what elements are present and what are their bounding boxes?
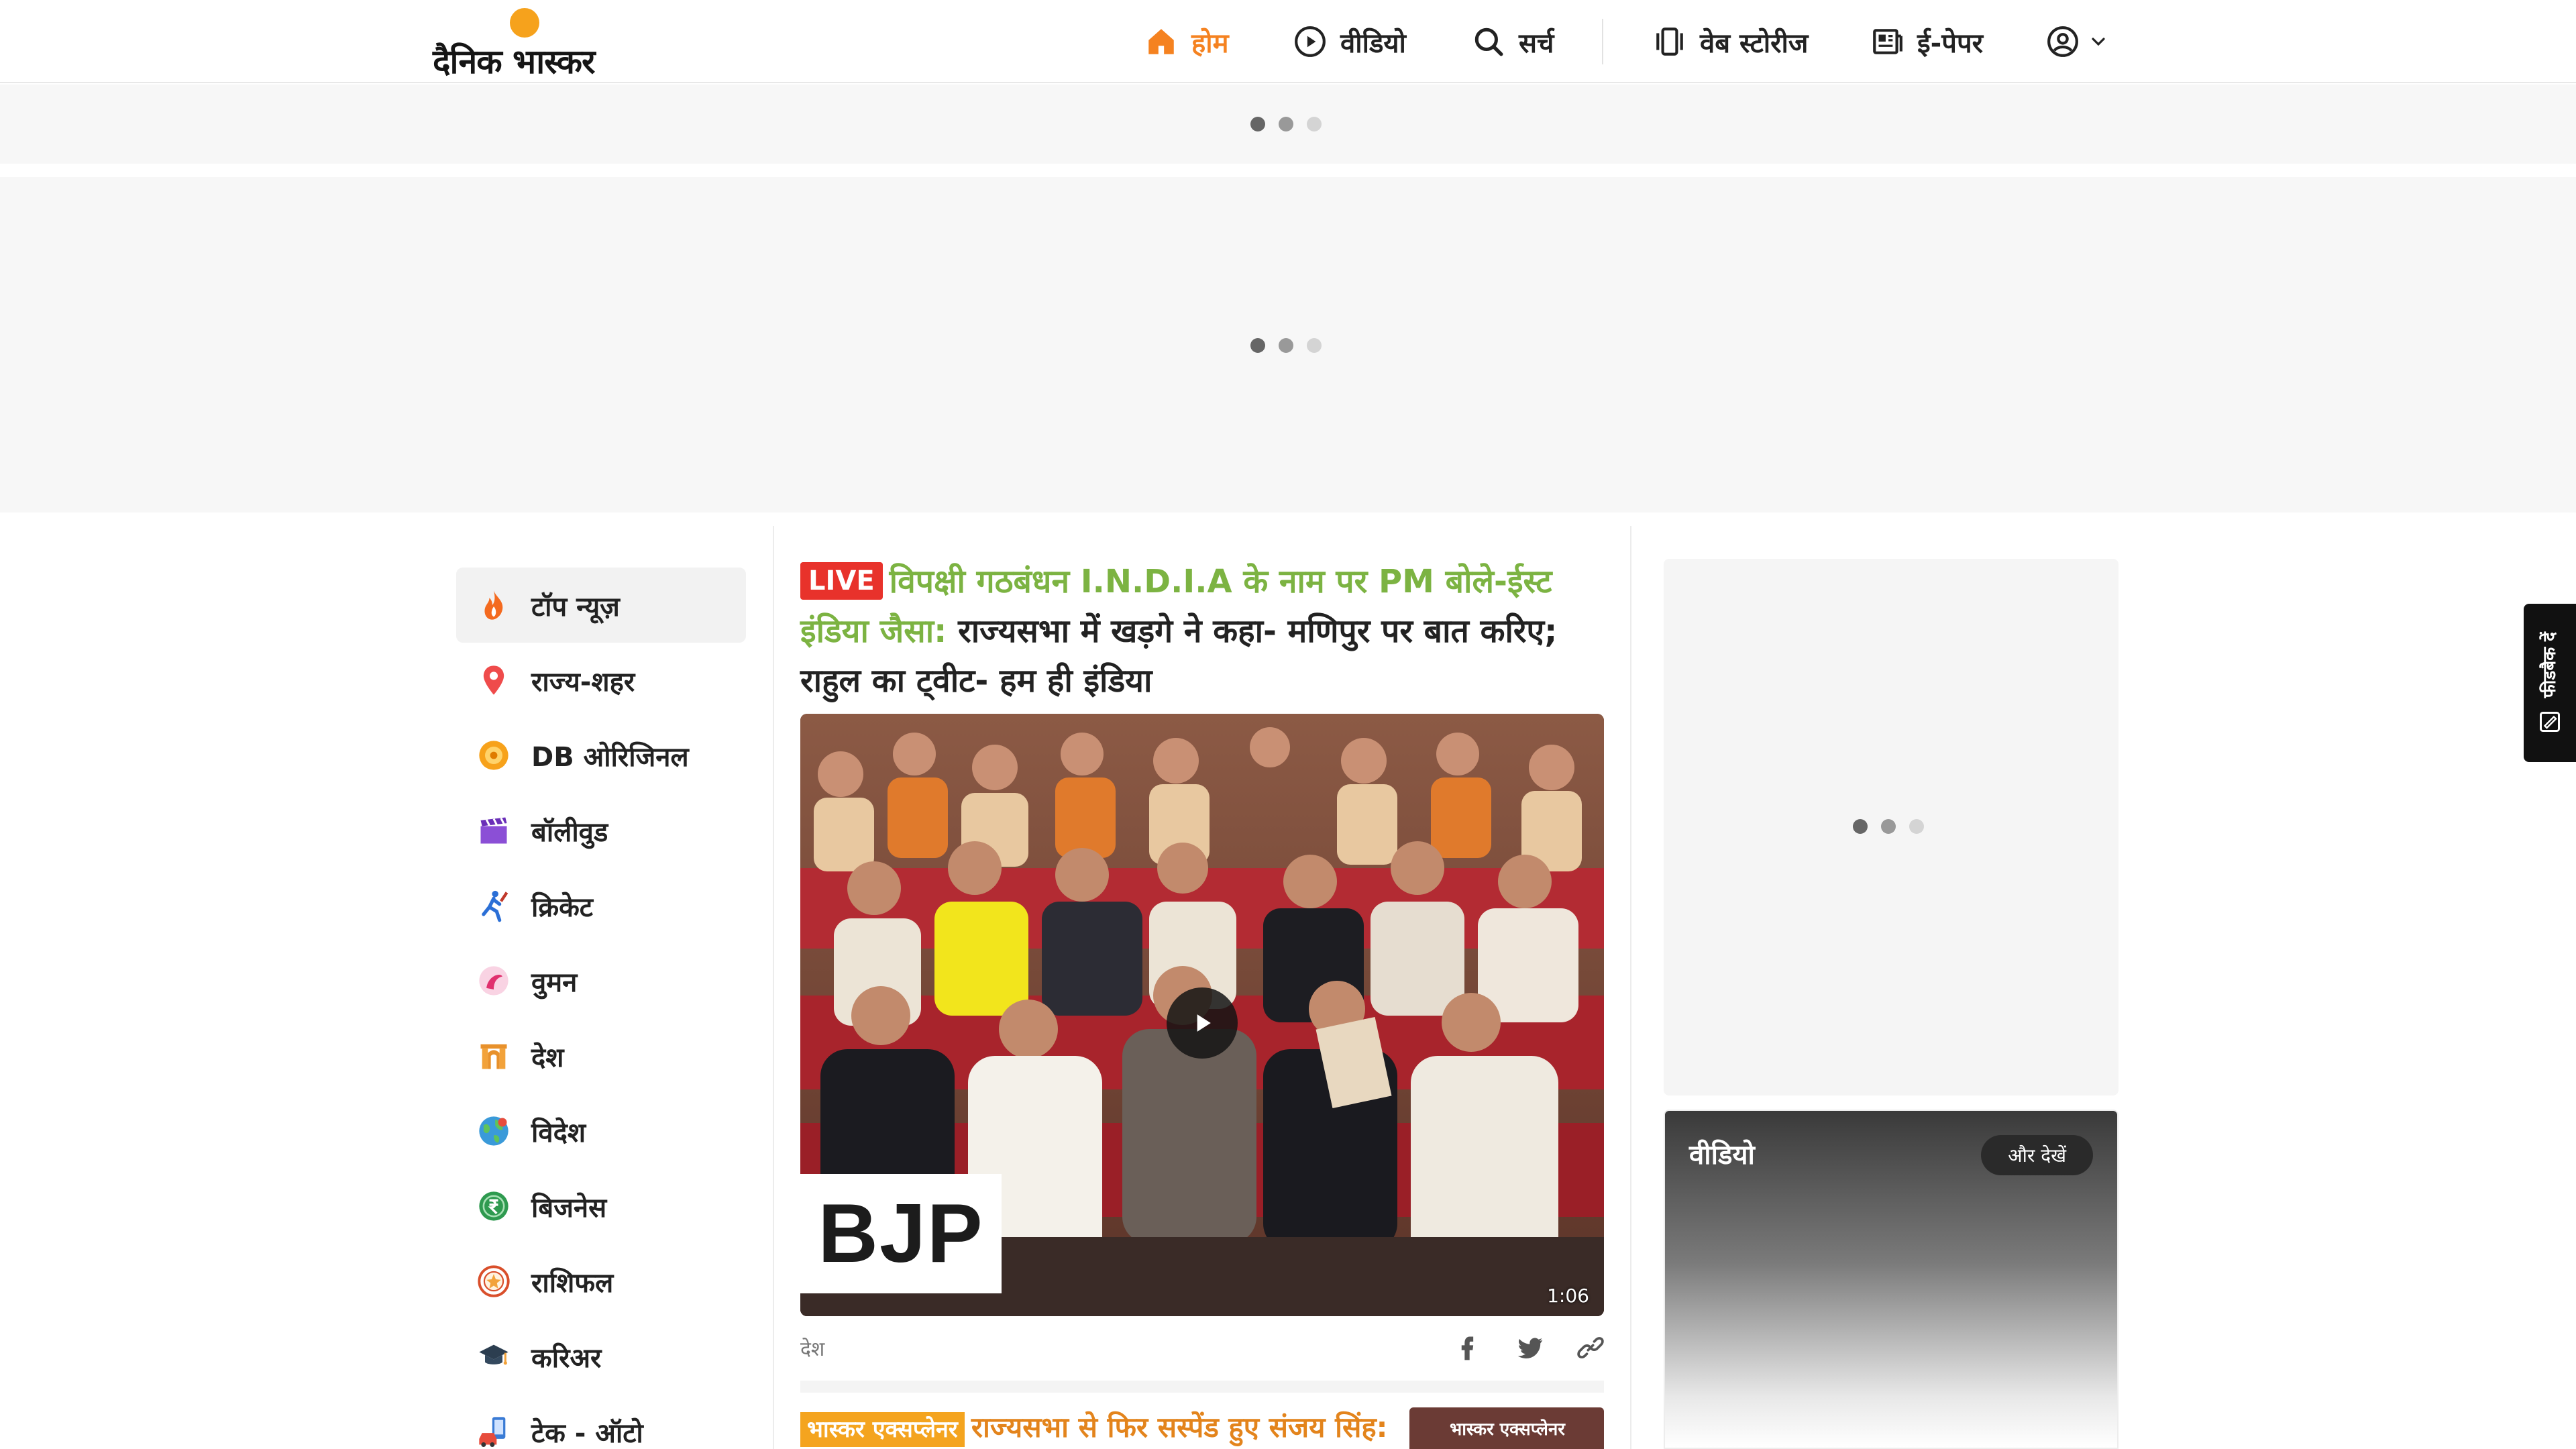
category-label[interactable]: देश: [800, 1334, 824, 1362]
sidebar-item-label: विदेश: [531, 1117, 586, 1148]
loading-dots: [1250, 338, 1322, 353]
second-story-headline: भास्कर एक्सप्लेनर राज्यसभा से फिर सस्पेंड…: [800, 1407, 1404, 1448]
sidebar-item-label: DB ओरिजिनल: [531, 741, 689, 773]
sidebar-item-label: टॉप न्यूज़: [531, 591, 620, 623]
feedback-icon: [2540, 712, 2560, 733]
second-headline-text: राज्यसभा से फिर सस्पेंड हुए संजय सिंह:: [971, 1411, 1388, 1444]
home-icon: [1148, 29, 1174, 54]
sidebar-item-career[interactable]: करिअर: [456, 1319, 746, 1394]
sidebar-item-horoscope[interactable]: राशिफल: [456, 1244, 746, 1319]
india-gate-icon: [476, 1038, 511, 1073]
woman-icon: [476, 963, 511, 998]
thumbnail-label: भास्कर एक्सप्लेनर: [1450, 1419, 1565, 1440]
sidebar-item-label: बिजनेस: [531, 1192, 607, 1224]
play-icon: [1197, 1014, 1211, 1032]
twitter-share-button[interactable]: [1511, 1329, 1549, 1366]
nav-video-label: वीडियो: [1340, 28, 1406, 59]
feedback-tab[interactable]: फीडबैक दें: [2524, 604, 2576, 762]
rupee-icon: [476, 1189, 511, 1224]
news-feed: LIVE विपक्षी गठबंधन I.N.D.I.A के नाम पर P…: [800, 557, 1604, 1449]
category-sidebar: टॉप न्यूज़ राज्य-शहर DB ओरिजिनल बॉलीवुड …: [456, 568, 746, 1449]
column-divider: [773, 526, 774, 1449]
sidebar-item-country[interactable]: देश: [456, 1018, 746, 1093]
newspaper-icon: [1873, 29, 1902, 54]
story-separator: [800, 1381, 1604, 1393]
sidebar-item-label: टेक - ऑटो: [531, 1417, 643, 1449]
second-story[interactable]: भास्कर एक्सप्लेनर राज्यसभा से फिर सस्पेंड…: [800, 1407, 1604, 1449]
video-widget: वीडियो और देखें: [1664, 1110, 2118, 1449]
nav-search-label: सर्च: [1519, 28, 1554, 59]
nav-home[interactable]: होम: [1144, 0, 1229, 83]
video-widget-title: वीडियो: [1689, 1140, 1755, 1171]
explainer-badge: भास्कर एक्सप्लेनर: [800, 1412, 965, 1447]
banner-ad-placeholder: [0, 177, 2576, 513]
web-stories-icon: [1656, 28, 1683, 56]
sidebar-item-business[interactable]: बिजनेस: [456, 1169, 746, 1244]
live-badge: LIVE: [800, 562, 883, 600]
nav-web-stories-label: वेब स्टोरीज: [1700, 28, 1809, 59]
chevron-down-icon: [2092, 38, 2105, 46]
zodiac-icon: [476, 1264, 511, 1299]
nav-video[interactable]: वीडियो: [1293, 0, 1406, 83]
nav-divider: [1602, 19, 1603, 64]
nav-web-stories[interactable]: वेब स्टोरीज: [1653, 0, 1809, 83]
search-icon: [1474, 28, 1503, 56]
sidebar-item-label: वुमन: [531, 967, 578, 998]
sidebar-item-world[interactable]: विदेश: [456, 1093, 746, 1169]
sidebar-ad-placeholder: [1664, 559, 2118, 1095]
lead-video[interactable]: BJP 1:06: [800, 714, 1604, 1316]
graduation-cap-icon: [476, 1339, 511, 1374]
play-button[interactable]: [1167, 987, 1238, 1059]
site-header: दैनिक भास्कर होम वीडियो सर्च वेब स्टोरीज…: [0, 0, 2576, 83]
nav-epaper[interactable]: ई-पेपर: [1870, 0, 1983, 83]
sidebar-item-label: राज्य-शहर: [531, 666, 635, 698]
feedback-label: फीडबैक दें: [2540, 631, 2560, 698]
bjp-logo-overlay: BJP: [800, 1174, 1002, 1293]
facebook-icon: [1461, 1336, 1474, 1360]
nav-epaper-label: ई-पेपर: [1917, 28, 1984, 59]
lead-headline[interactable]: LIVE विपक्षी गठबंधन I.N.D.I.A के नाम पर P…: [800, 557, 1604, 706]
sidebar-item-tech-auto[interactable]: टेक - ऑटो: [456, 1394, 746, 1449]
column-divider: [1630, 526, 1631, 1449]
logo-text: दैनिक भास्कर: [433, 42, 595, 81]
site-logo[interactable]: दैनिक भास्कर: [433, 7, 627, 81]
twitter-icon: [1517, 1338, 1543, 1358]
logo-sun-icon: [510, 8, 539, 38]
copy-link-button[interactable]: [1572, 1329, 1609, 1366]
location-pin-icon: [476, 663, 511, 698]
user-circle-icon: [2047, 26, 2078, 57]
top-ad-placeholder: [0, 85, 2576, 164]
link-icon: [1577, 1337, 1604, 1358]
sidebar-item-db-original[interactable]: DB ओरिजिनल: [456, 718, 746, 793]
loading-dots: [1250, 117, 1322, 131]
cricket-player-icon: [476, 888, 511, 923]
sidebar-item-label: करिअर: [531, 1342, 602, 1374]
lead-meta-row: देश: [800, 1331, 1604, 1364]
db-original-icon: [476, 738, 511, 773]
sidebar-item-label: क्रिकेट: [531, 892, 593, 923]
globe-icon: [476, 1114, 511, 1148]
play-circle-icon: [1295, 26, 1326, 57]
see-more-button[interactable]: और देखें: [1981, 1135, 2093, 1175]
sidebar-item-bollywood[interactable]: बॉलीवुड: [456, 793, 746, 868]
sidebar-item-cricket[interactable]: क्रिकेट: [456, 868, 746, 943]
flame-icon: [476, 588, 511, 623]
sidebar-item-top-news[interactable]: टॉप न्यूज़: [456, 568, 746, 643]
account-menu[interactable]: [2046, 0, 2109, 83]
clapperboard-icon: [476, 813, 511, 848]
sidebar-item-women[interactable]: वुमन: [456, 943, 746, 1018]
facebook-share-button[interactable]: [1448, 1329, 1486, 1366]
video-duration: 1:06: [1547, 1285, 1589, 1307]
nav-search[interactable]: सर्च: [1472, 0, 1554, 83]
bjp-logo-text: BJP: [818, 1187, 984, 1280]
sidebar-item-label: देश: [531, 1042, 564, 1073]
sidebar-item-states[interactable]: राज्य-शहर: [456, 643, 746, 718]
loading-dots: [1853, 819, 1924, 834]
second-story-thumbnail[interactable]: भास्कर एक्सप्लेनर: [1409, 1407, 1604, 1449]
nav-home-label: होम: [1191, 28, 1229, 59]
sidebar-item-label: बॉलीवुड: [531, 816, 608, 848]
tech-auto-icon: [476, 1414, 511, 1449]
sidebar-item-label: राशिफल: [531, 1267, 614, 1299]
